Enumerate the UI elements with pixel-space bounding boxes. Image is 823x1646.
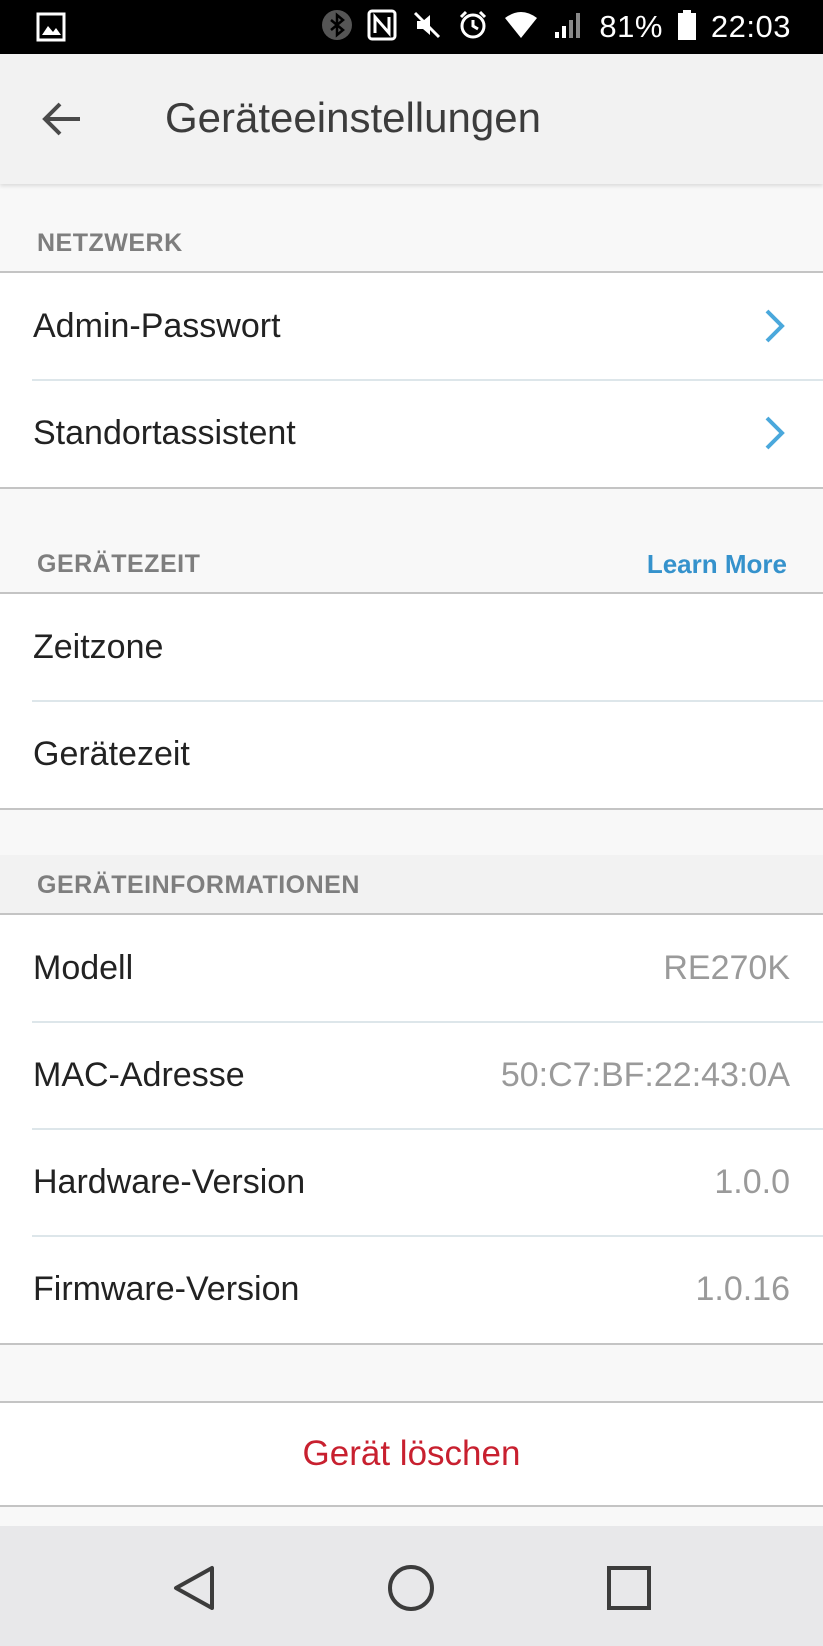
- list-item-label: Admin-Passwort: [33, 307, 281, 345]
- app-bar: Geräteeinstellungen: [0, 54, 823, 184]
- alarm-icon: [457, 9, 489, 46]
- gallery-icon: [36, 12, 66, 47]
- list-item-label: Zeitzone: [33, 628, 164, 666]
- list-item-label: Modell: [33, 949, 134, 987]
- delete-device-label: Gerät löschen: [302, 1434, 521, 1473]
- nav-back-button[interactable]: [164, 1558, 224, 1618]
- list-item-model: Modell RE270K: [0, 915, 823, 1022]
- battery-percent: 81%: [599, 9, 663, 44]
- section-label: NETZWERK: [37, 228, 183, 257]
- list-item-device-time[interactable]: Gerätezeit: [0, 700, 823, 808]
- list-item-value: 1.0.0: [714, 1163, 790, 1201]
- section-header-device-info: GERÄTEINFORMATIONEN: [0, 855, 823, 915]
- list-item-admin-password[interactable]: Admin-Passwort: [0, 273, 823, 380]
- list-item-label: Standortassistent: [33, 414, 296, 452]
- section-label: GERÄTEZEIT: [37, 549, 201, 578]
- delete-device-button[interactable]: Gerät löschen: [0, 1401, 823, 1507]
- network-group: Admin-Passwort Standortassistent: [0, 271, 823, 489]
- nav-home-button[interactable]: [381, 1558, 441, 1618]
- device-time-group: Zeitzone Gerätezeit: [0, 592, 823, 810]
- list-item-firmware-version: Firmware-Version 1.0.16: [0, 1235, 823, 1343]
- list-item-location-assistant[interactable]: Standortassistent: [0, 379, 823, 487]
- bluetooth-icon: [321, 9, 353, 46]
- list-item-mac-address: MAC-Adresse 50:C7:BF:22:43:0A: [0, 1021, 823, 1129]
- list-item-label: Gerätezeit: [33, 735, 190, 773]
- back-triangle-icon: [174, 1566, 214, 1610]
- arrow-left-icon: [42, 102, 80, 136]
- list-item-value: RE270K: [663, 949, 790, 987]
- status-bar: 81% 22:03: [0, 0, 823, 54]
- list-item-label: Hardware-Version: [33, 1163, 306, 1201]
- list-item-label: MAC-Adresse: [33, 1056, 245, 1094]
- section-header-device-time: GERÄTEZEIT Learn More: [0, 534, 823, 594]
- nav-recents-button[interactable]: [599, 1558, 659, 1618]
- system-nav-bar: [0, 1526, 823, 1646]
- page-title: Geräteeinstellungen: [165, 94, 541, 141]
- device-info-group: Modell RE270K MAC-Adresse 50:C7:BF:22:43…: [0, 913, 823, 1345]
- learn-more-link[interactable]: Learn More: [647, 549, 787, 580]
- signal-icon: [553, 10, 585, 45]
- list-item-label: Firmware-Version: [33, 1270, 300, 1308]
- list-item-timezone[interactable]: Zeitzone: [0, 594, 823, 701]
- back-button[interactable]: [40, 96, 86, 142]
- wifi-icon: [503, 10, 539, 45]
- clock: 22:03: [710, 9, 791, 44]
- chevron-right-icon: [765, 309, 785, 343]
- nfc-icon: [367, 9, 397, 46]
- recents-square-icon: [607, 1566, 651, 1610]
- home-circle-icon: [388, 1565, 434, 1611]
- section-label: GERÄTEINFORMATIONEN: [37, 870, 360, 899]
- battery-icon: [677, 9, 697, 46]
- list-item-value: 50:C7:BF:22:43:0A: [500, 1056, 790, 1094]
- chevron-right-icon: [765, 416, 785, 450]
- list-item-hardware-version: Hardware-Version 1.0.0: [0, 1128, 823, 1236]
- mute-icon: [411, 9, 443, 46]
- list-item-value: 1.0.16: [695, 1270, 790, 1308]
- section-header-network: NETZWERK: [0, 213, 823, 273]
